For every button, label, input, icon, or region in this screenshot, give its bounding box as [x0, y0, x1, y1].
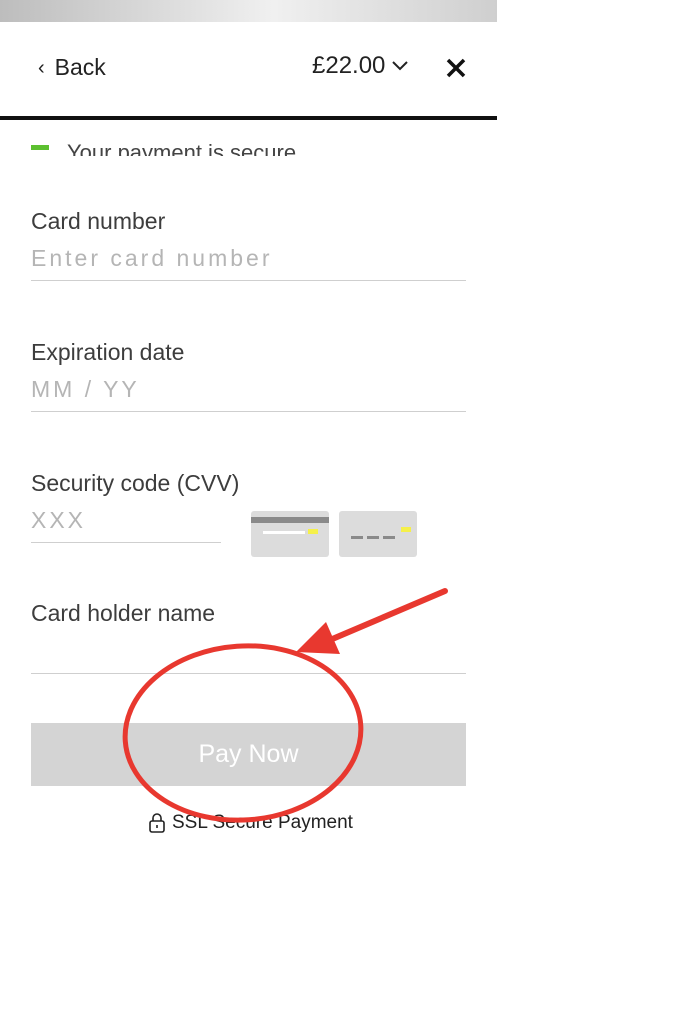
secure-notice: Your payment is secure.: [31, 132, 302, 156]
cvv-label: Security code (CVV): [31, 470, 240, 496]
lock-icon: [149, 813, 165, 833]
checkout-header: ‹ Back £22.00: [0, 22, 497, 120]
expiration-field: Expiration date: [31, 339, 466, 412]
expiration-input[interactable]: [31, 366, 466, 412]
holder-label: Card holder name: [31, 600, 216, 626]
order-amount: £22.00: [312, 52, 386, 79]
secure-indicator: [31, 145, 49, 150]
holder-field: Card holder name: [31, 600, 466, 674]
card-number-field: Card number: [31, 208, 466, 281]
amount-toggle[interactable]: £22.00: [312, 52, 409, 80]
back-label: Back: [54, 54, 106, 80]
card-number-label: Card number: [31, 208, 166, 234]
ssl-secure-badge: SSL Secure Payment: [148, 812, 353, 834]
expiration-label: Expiration date: [31, 339, 185, 365]
chevron-left-icon: ‹: [38, 56, 45, 79]
back-button[interactable]: ‹ Back: [38, 54, 106, 81]
ssl-secure-label: SSL Secure Payment: [172, 812, 353, 833]
close-icon[interactable]: [444, 56, 468, 80]
holder-input[interactable]: [31, 627, 466, 674]
chevron-down-icon: [392, 61, 409, 71]
card-back-icon: [339, 511, 417, 557]
card-number-input[interactable]: [31, 235, 466, 281]
card-front-icon: [251, 511, 329, 557]
pay-now-button[interactable]: Pay Now: [31, 723, 466, 786]
secure-notice-text: Your payment is secure.: [67, 140, 303, 156]
top-banner-strip: [0, 0, 497, 22]
cvv-input[interactable]: [31, 497, 221, 543]
checkout-panel: ‹ Back £22.00 Your payment is secure. Ca…: [0, 22, 497, 1024]
